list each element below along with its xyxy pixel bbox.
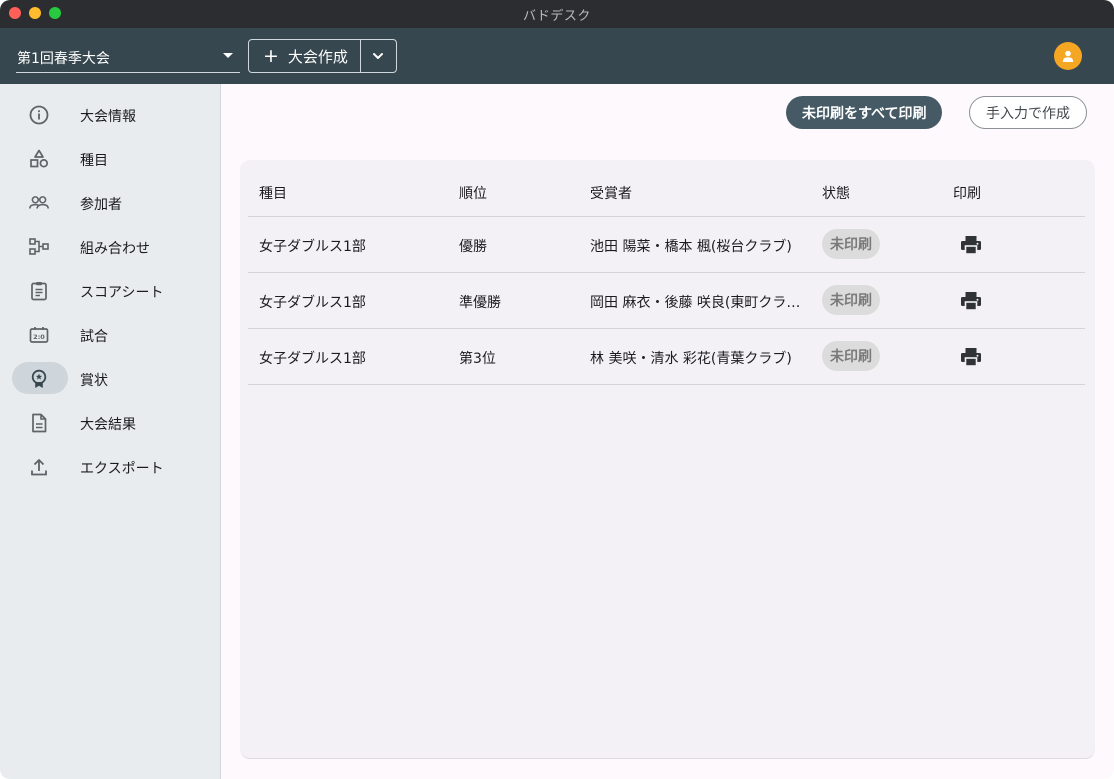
app-window: バドデスク 第1回春季大会 + 大会作成 大会情報 種目 参加者 組み合わせ ス… (0, 0, 1114, 779)
column-header-print: 印刷 (953, 186, 981, 202)
sidebar-item-label: スコアシート (80, 285, 164, 301)
status-badge: 未印刷 (822, 285, 880, 315)
window-controls (9, 7, 61, 19)
create-tournament-label: 大会作成 (287, 47, 348, 66)
sidebar-item-label: 種目 (80, 153, 108, 169)
svg-text:2:0: 2:0 (33, 333, 45, 341)
status-badge: 未印刷 (822, 229, 880, 259)
sidebar-item-label: 組み合わせ (80, 241, 150, 257)
user-avatar-button[interactable] (1054, 42, 1082, 70)
maximize-window-button[interactable] (49, 7, 61, 19)
sidebar-item-matches[interactable]: 2:0 試合 (12, 318, 108, 350)
cell-winners: 池田 陽菜・橋本 楓(桜台クラブ) (590, 239, 792, 255)
award-icon (28, 368, 50, 390)
minimize-window-button[interactable] (29, 7, 41, 19)
sidebar-item-label: 賞状 (80, 373, 108, 389)
print-button[interactable] (957, 231, 985, 259)
info-icon (28, 104, 50, 126)
certificates-table-card: 種目 順位 受賞者 状態 印刷 女子ダブルス1部 優勝 池田 陽菜・橋本 楓(桜… (240, 160, 1095, 759)
sidebar-item-export[interactable]: エクスポート (12, 450, 164, 482)
tournament-select-value: 第1回春季大会 (17, 51, 110, 67)
sidebar-item-label: エクスポート (80, 461, 164, 477)
title-bar: バドデスク (0, 0, 1114, 28)
sidebar-item-label: 試合 (80, 329, 108, 345)
printer-icon (961, 236, 981, 255)
column-header-winners: 受賞者 (590, 186, 632, 202)
print-button[interactable] (957, 343, 985, 371)
print-all-unprinted-button[interactable]: 未印刷をすべて印刷 (786, 96, 943, 129)
sidebar-item-score-sheet[interactable]: スコアシート (12, 274, 163, 306)
upload-icon (28, 456, 50, 478)
cell-winners: 岡田 麻衣・後藤 咲良(東町クラブ) (590, 295, 804, 311)
sidebar-item-events[interactable]: 種目 (12, 142, 108, 174)
dropdown-caret-icon (223, 53, 233, 58)
table-row: 女子ダブルス1部 準優勝 岡田 麻衣・後藤 咲良(東町クラブ) 未印刷 (248, 273, 1085, 329)
sidebar-item-results[interactable]: 大会結果 (12, 406, 136, 438)
table-row: 女子ダブルス1部 第3位 林 美咲・清水 彩花(青葉クラブ) 未印刷 (248, 329, 1085, 385)
column-header-rank: 順位 (459, 186, 487, 202)
column-header-event: 種目 (259, 186, 287, 202)
cell-event: 女子ダブルス1部 (259, 351, 366, 367)
column-header-status: 状態 (822, 186, 850, 202)
create-tournament-button[interactable]: + 大会作成 (249, 40, 361, 72)
sidebar-item-label: 大会情報 (80, 109, 136, 125)
table-row: 女子ダブルス1部 優勝 池田 陽菜・橋本 楓(桜台クラブ) 未印刷 (248, 217, 1085, 273)
sidebar-item-label: 大会結果 (80, 417, 136, 433)
manual-create-button[interactable]: 手入力で作成 (969, 96, 1087, 129)
cell-rank: 第3位 (459, 351, 496, 367)
tournament-select[interactable]: 第1回春季大会 (16, 32, 240, 73)
printer-icon (961, 292, 981, 311)
person-icon (1062, 50, 1074, 62)
cell-event: 女子ダブルス1部 (259, 295, 366, 311)
print-button[interactable] (957, 287, 985, 315)
scoreboard-icon: 2:0 (28, 324, 50, 346)
app-bar: 第1回春季大会 + 大会作成 (0, 28, 1114, 84)
window-title: バドデスク (523, 8, 591, 24)
people-icon (28, 192, 50, 214)
main-content: 未印刷をすべて印刷 手入力で作成 種目 順位 受賞者 状態 印刷 女子ダブルス1… (221, 84, 1114, 779)
sidebar-item-participants[interactable]: 参加者 (12, 186, 122, 218)
sidebar-item-tournament-info[interactable]: 大会情報 (12, 98, 136, 130)
create-options-dropdown-button[interactable] (361, 40, 396, 72)
cell-event: 女子ダブルス1部 (259, 239, 366, 255)
document-icon (28, 412, 50, 434)
sidebar-item-awards[interactable]: 賞状 (12, 362, 108, 394)
create-tournament-split-button: + 大会作成 (248, 39, 397, 73)
cell-winners: 林 美咲・清水 彩花(青葉クラブ) (590, 351, 792, 367)
chevron-down-icon (373, 53, 384, 59)
bracket-icon (28, 236, 50, 258)
cell-rank: 優勝 (459, 239, 487, 255)
sidebar: 大会情報 種目 参加者 組み合わせ スコアシート 2:0 試合 賞状 大会結果 … (0, 84, 221, 779)
shapes-icon (28, 148, 50, 170)
status-badge: 未印刷 (822, 341, 880, 371)
table-header: 種目 順位 受賞者 状態 印刷 (248, 160, 1085, 217)
clipboard-icon (28, 280, 50, 302)
sidebar-item-label: 参加者 (80, 197, 122, 213)
sidebar-item-draws[interactable]: 組み合わせ (12, 230, 150, 262)
close-window-button[interactable] (9, 7, 21, 19)
plus-icon: + (263, 44, 279, 67)
printer-icon (961, 348, 981, 367)
cell-rank: 準優勝 (459, 295, 501, 311)
